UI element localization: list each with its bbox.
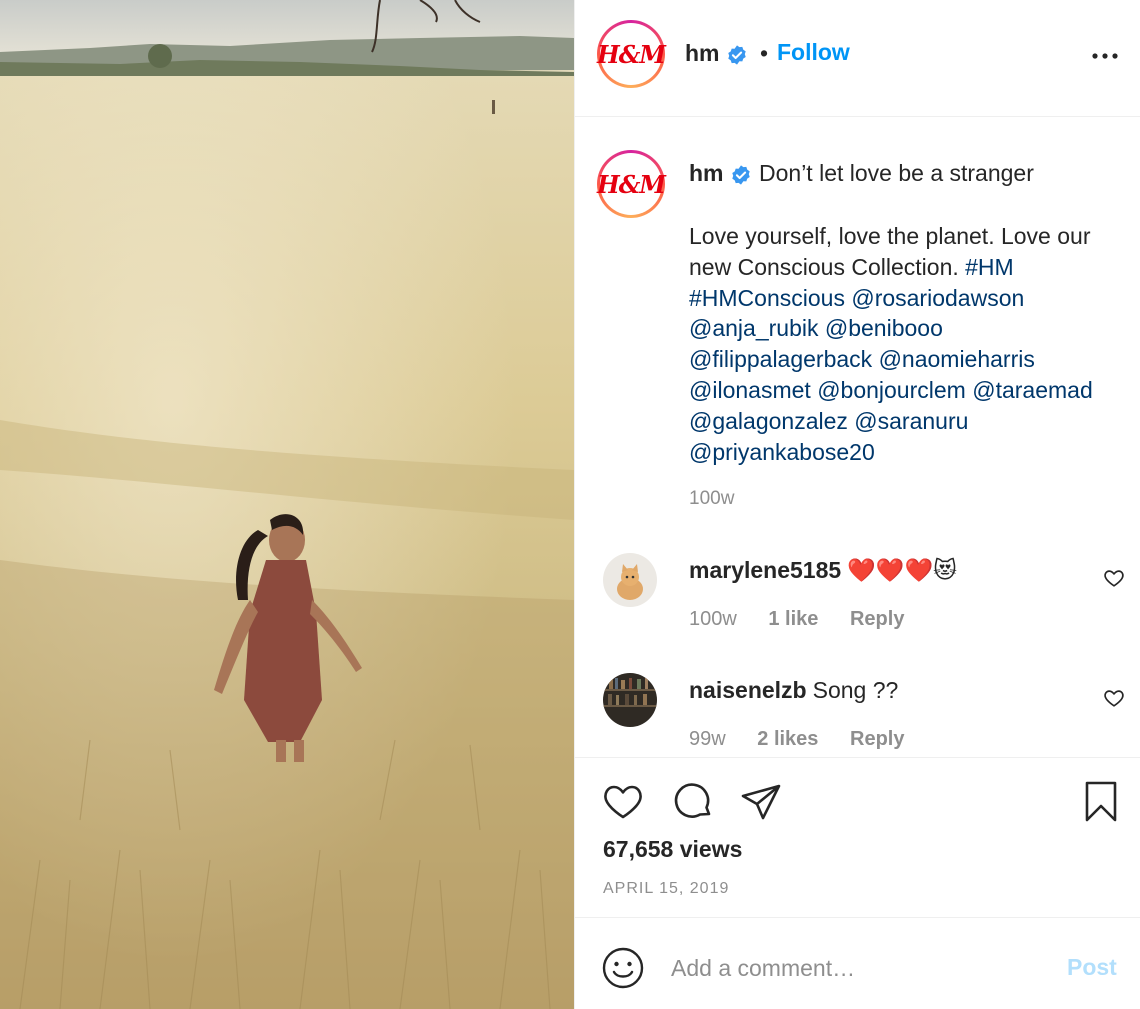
hashtag-link[interactable]: #HM bbox=[965, 254, 1014, 280]
verified-badge-icon bbox=[732, 165, 750, 185]
hm-logo: H&M bbox=[597, 39, 666, 69]
mention-link[interactable]: @saranuru bbox=[854, 408, 968, 434]
mention-link[interactable]: @benibooo bbox=[825, 315, 943, 341]
comment-likes[interactable]: 1 like bbox=[768, 608, 818, 630]
reply-button[interactable]: Reply bbox=[850, 728, 904, 750]
comment-text: Song ?? bbox=[812, 677, 899, 703]
hm-logo: H&M bbox=[597, 169, 666, 199]
post-header: H&M hm • Follow bbox=[575, 0, 1140, 117]
mention-link[interactable]: @priyankabose20 bbox=[689, 439, 875, 465]
bookmark-icon[interactable] bbox=[1079, 780, 1123, 824]
separator-dot: • bbox=[760, 40, 769, 66]
caption-text: Love yourself, love the planet. Love our… bbox=[689, 223, 1091, 280]
action-bar: 67,658 views APRIL 15, 2019 bbox=[575, 757, 1140, 917]
commenter-avatar[interactable] bbox=[603, 673, 657, 727]
more-options-icon[interactable] bbox=[1091, 46, 1119, 66]
mention-link[interactable]: @naomieharris bbox=[879, 346, 1035, 372]
reply-button[interactable]: Reply bbox=[850, 608, 904, 630]
comment-meta: 99w 2 likes Reply bbox=[689, 728, 930, 751]
comment-likes[interactable]: 2 likes bbox=[757, 728, 818, 750]
comment-time[interactable]: 100w bbox=[689, 608, 737, 630]
mention-link[interactable]: @bonjourclem bbox=[817, 377, 966, 403]
commenter-avatar[interactable] bbox=[603, 553, 657, 607]
comment-text: ❤️❤️❤️😻 bbox=[847, 557, 958, 583]
mention-link[interactable]: @taraemad bbox=[972, 377, 1093, 403]
comment-username: marylene5185 ❤️❤️❤️😻 bbox=[689, 557, 957, 584]
author-username[interactable]: hm bbox=[685, 40, 720, 67]
add-comment-bar: Post bbox=[575, 917, 1140, 1009]
author-avatar[interactable]: H&M bbox=[597, 20, 666, 88]
caption-title: Don’t let love be a stranger bbox=[759, 160, 1034, 186]
emoji-icon[interactable] bbox=[601, 946, 645, 990]
hashtag-link[interactable]: #HMConscious bbox=[689, 285, 845, 311]
caption-username[interactable]: hm bbox=[689, 160, 724, 187]
comment-meta: 100w 1 like Reply bbox=[689, 608, 930, 631]
mention-link[interactable]: @rosariodawson bbox=[851, 285, 1024, 311]
caption-body: Love yourself, love the planet. Love our… bbox=[689, 221, 1129, 467]
caption-timestamp[interactable]: 100w bbox=[689, 488, 734, 510]
comment-time[interactable]: 99w bbox=[689, 728, 726, 750]
comment-item: marylene5185 ❤️❤️❤️😻 100w 1 like Reply bbox=[575, 553, 1140, 663]
heart-icon[interactable] bbox=[601, 780, 645, 824]
comment-like-heart-icon[interactable] bbox=[1103, 567, 1125, 589]
post-date[interactable]: APRIL 15, 2019 bbox=[603, 880, 729, 898]
views-count[interactable]: 67,658 views bbox=[603, 836, 742, 863]
mention-link[interactable]: @ilonasmet bbox=[689, 377, 811, 403]
comment-like-heart-icon[interactable] bbox=[1103, 687, 1125, 709]
post-detail-panel: H&M hm • Follow H&M hm Don’t let love be… bbox=[574, 0, 1140, 1009]
verified-badge-icon bbox=[728, 45, 746, 65]
bookshelf-avatar-icon bbox=[603, 673, 657, 727]
comment-input[interactable] bbox=[671, 948, 1051, 988]
follow-button[interactable]: Follow bbox=[777, 39, 850, 66]
field-scene bbox=[0, 0, 574, 1009]
comment-username: naisenelzb Song ?? bbox=[689, 677, 898, 704]
comment-icon[interactable] bbox=[671, 780, 715, 824]
post-media-video[interactable] bbox=[0, 0, 574, 1009]
share-icon[interactable] bbox=[739, 780, 783, 824]
post-comment-button[interactable]: Post bbox=[1067, 954, 1117, 981]
mention-link[interactable]: @galagonzalez bbox=[689, 408, 848, 434]
caption-avatar[interactable]: H&M bbox=[597, 150, 666, 218]
cat-avatar-icon bbox=[603, 553, 657, 607]
mention-link[interactable]: @filippalagerback bbox=[689, 346, 872, 372]
comment-username-link[interactable]: naisenelzb bbox=[689, 677, 807, 703]
mention-link[interactable]: @anja_rubik bbox=[689, 315, 818, 341]
comment-username-link[interactable]: marylene5185 bbox=[689, 557, 841, 583]
